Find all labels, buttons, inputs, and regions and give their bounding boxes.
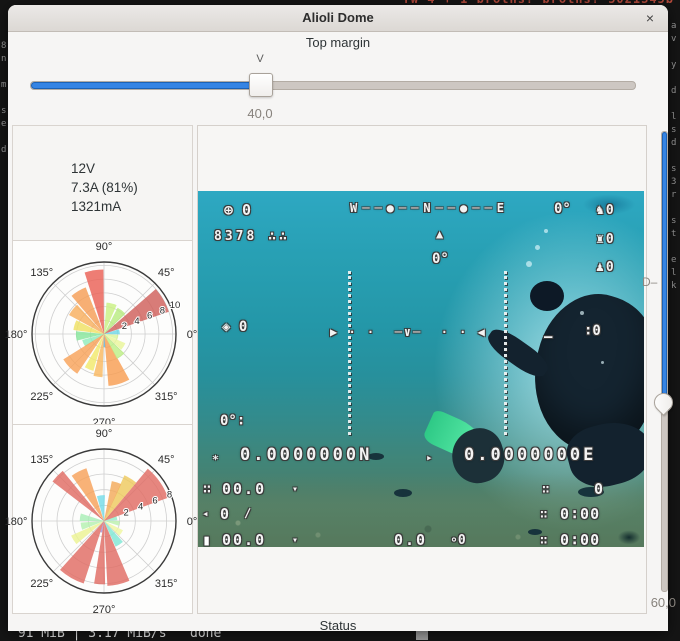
osd-item: ▶ · · ─∨─ · · ◀ [330,325,487,339]
v-slider-track[interactable] [661,131,668,592]
osd-item: ∷ [540,507,547,521]
svg-text:8: 8 [167,490,172,501]
osd-item: 0.0000000E [464,445,596,465]
osd-item: 8378 ∴∴ [214,229,290,244]
osd-item: ▾ [292,535,298,546]
osd-item: 00.0 [222,480,266,498]
osd-item: ∷ [540,533,547,547]
v-slider-value: 60,0 [632,595,676,610]
power-panel: 12V 7.3A (81%) 1321mA [12,125,193,242]
status-label: Status [8,618,668,633]
window-title: Alioli Dome [8,10,668,25]
osd-item: 0∶00 [560,531,600,547]
polar-chart-1-svg: 2468100°45°90°135°180°225°270°315° [13,241,192,425]
polar-chart-2-svg: 24680°45°90°135°180°225°270°315° [13,425,192,613]
h-slider-handle[interactable] [249,73,273,97]
osd-item: ◂ [202,507,209,520]
h-slider-value: 40,0 [230,106,290,121]
osd-item: 0 [220,505,229,523]
h-slider-track[interactable] [30,81,636,90]
osd-item: ∘0 [450,533,466,547]
osd-item: ∶0 [584,323,601,339]
svg-text:225°: 225° [30,391,53,403]
svg-text:8: 8 [160,305,165,316]
osd-item: ∷ [203,482,211,497]
titlebar[interactable]: Alioli Dome × [8,5,668,32]
osd-item: ▮ [202,531,211,547]
svg-text:2: 2 [124,507,129,518]
svg-text:135°: 135° [30,454,53,466]
svg-text:270°: 270° [93,604,116,616]
app-window: Alioli Dome × Top margin V 40,0 12V 7.3A… [8,5,668,631]
osd-item: ◈ 0 [222,319,247,335]
osd-item: 0 [594,480,603,498]
osd-item: 0° [432,251,449,267]
v-slider-fill [662,132,667,400]
osd-item: 0.0000000N [240,445,372,465]
osd-item: 0° [554,201,571,217]
osd-item: ▸ [426,451,433,464]
osd-item: ∷ [542,482,549,496]
h-slider-fill [31,82,263,89]
polar-chart-2: 24680°45°90°135°180°225°270°315° [12,424,193,614]
svg-text:180°: 180° [5,329,28,341]
svg-text:10: 10 [170,300,181,311]
svg-text:180°: 180° [5,516,28,528]
svg-text:135°: 135° [30,267,53,279]
osd-item: 00.0 [222,531,266,547]
top-margin-label: Top margin [8,35,668,50]
osd-overlay: ⊕ 0 8378 ∴∴ W──●──N──●──E ▲ 0° 0° ♞0 ♜0 ♟0 ◈ 0 ▶ ·… [198,191,644,547]
v-slider-mark: D– [642,275,657,289]
osd-item: 0°∶ [220,413,245,429]
power-readout: 12V 7.3A (81%) 1321mA [71,159,138,216]
video-panel: ⊕ 0 8378 ∴∴ W──●──N──●──E ▲ 0° 0° ♞0 ♜0 ♟0 ◈ 0 ▶ ·… [197,125,647,614]
osd-item: ♞0 [596,203,616,218]
svg-text:0°: 0° [187,329,198,341]
v-slider-handle[interactable] [650,389,677,416]
osd-item: – [544,329,552,345]
svg-text:6: 6 [152,495,157,506]
terminal-right-edge-text: a v y d l s d s 3 r s t e l k [671,20,676,293]
svg-text:45°: 45° [158,454,175,466]
svg-text:225°: 225° [30,578,53,590]
close-icon[interactable]: × [641,9,659,27]
svg-text:90°: 90° [96,428,113,440]
osd-item: 0∶00 [560,505,600,523]
terminal-left-edge-text: 8 n m s e d [1,40,6,157]
svg-text:2: 2 [122,321,127,332]
osd-item: ▲ [436,227,443,241]
polar-chart-1: 2468100°45°90°135°180°225°270°315° [12,240,193,426]
svg-text:90°: 90° [96,241,113,253]
svg-text:45°: 45° [158,267,175,279]
video-feed: ⊕ 0 8378 ∴∴ W──●──N──●──E ▲ 0° 0° ♞0 ♜0 ♟0 ◈ 0 ▶ ·… [198,191,644,547]
svg-text:4: 4 [134,316,139,327]
osd-item: 0.0 [394,531,427,547]
osd-item: ∗ [212,451,219,464]
osd-item: ▾ [292,484,298,495]
svg-text:4: 4 [138,501,143,512]
h-slider-mark: V [230,53,290,65]
osd-item: W──●──N──●──E [350,201,509,215]
svg-text:6: 6 [147,311,152,322]
svg-text:315°: 315° [155,578,178,590]
osd-item: ♟0 [596,260,616,275]
osd-item: ⊕ 0 [224,201,251,219]
svg-text:0°: 0° [187,516,198,528]
osd-item: ∕ [244,506,251,520]
osd-item: ♜0 [596,232,616,247]
svg-text:315°: 315° [155,391,178,403]
